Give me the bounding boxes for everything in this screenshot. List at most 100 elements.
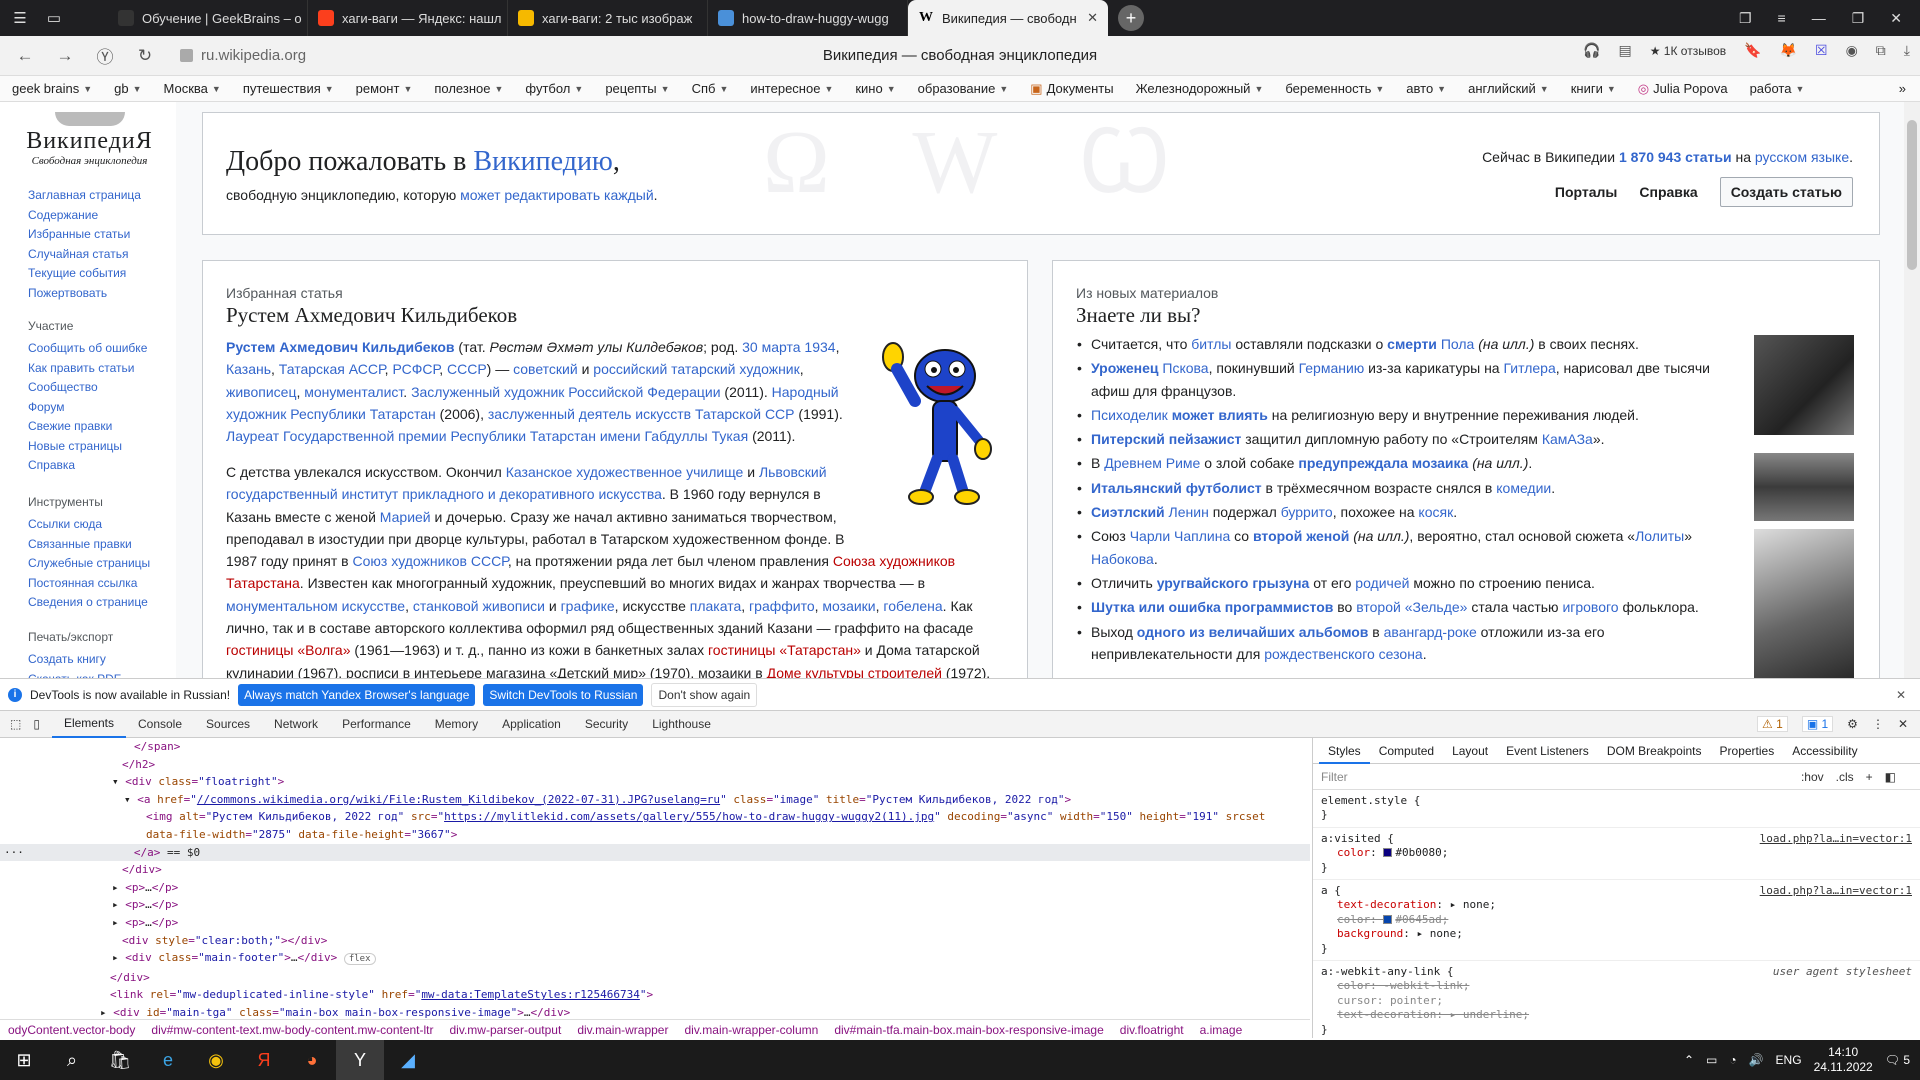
bookmark-item[interactable]: работа ▼ bbox=[1750, 81, 1805, 96]
cls-toggle[interactable]: .cls bbox=[1836, 770, 1854, 784]
inline-link[interactable]: заслуженный деятель искусств Татарской С… bbox=[488, 406, 795, 422]
inline-link[interactable]: буррито bbox=[1281, 504, 1333, 520]
edge-icon[interactable]: e bbox=[144, 1040, 192, 1080]
bookmark-item[interactable]: Спб ▼ bbox=[692, 81, 729, 96]
reader-icon[interactable]: ▤ bbox=[1618, 42, 1631, 59]
wiki-logo[interactable]: ВикипедиЯ Свободная энциклопедия bbox=[22, 112, 157, 167]
store-icon[interactable]: 🛍 bbox=[96, 1040, 144, 1080]
inline-link[interactable]: косяк bbox=[1418, 504, 1453, 520]
bookmark-item[interactable]: Железнодорожный ▼ bbox=[1136, 81, 1264, 96]
devtools-tab[interactable]: Console bbox=[126, 711, 194, 738]
bookmark-item[interactable]: авто ▼ bbox=[1406, 81, 1446, 96]
close-window-icon[interactable]: ✕ bbox=[1890, 10, 1902, 27]
inline-link[interactable]: родичей bbox=[1355, 575, 1409, 591]
breadcrumb-item[interactable]: div.main-wrapper bbox=[577, 1023, 668, 1037]
inline-link[interactable]: Древнем Риме bbox=[1104, 455, 1200, 471]
inline-link[interactable]: Пола bbox=[1441, 336, 1475, 352]
sidebar-link[interactable]: Избранные статьи bbox=[28, 225, 178, 245]
dom-node[interactable]: <link rel="mw-deduplicated-inline-style"… bbox=[0, 986, 1310, 1004]
inline-link[interactable]: граффито bbox=[749, 598, 815, 614]
browser-tab[interactable]: how-to-draw-huggy-wugg bbox=[708, 0, 908, 36]
notifications-icon[interactable]: 🗨 5 bbox=[1885, 1053, 1910, 1067]
inline-link[interactable]: Союз художников СССР bbox=[353, 553, 508, 569]
color-swatch[interactable] bbox=[1383, 848, 1393, 858]
style-rule[interactable]: a:-webkit-any-link {user agent styleshee… bbox=[1313, 961, 1920, 1038]
dom-node[interactable]: data-file-width="2875" data-file-height=… bbox=[0, 826, 1310, 844]
extension-icon[interactable]: ☒ bbox=[1815, 42, 1828, 59]
portrait-photo[interactable] bbox=[1754, 529, 1854, 678]
sidebar-link[interactable]: Сведения о странице bbox=[28, 593, 178, 613]
reload-icon[interactable]: ↻ bbox=[130, 41, 160, 71]
bookmark-item[interactable]: интересное ▼ bbox=[750, 81, 833, 96]
dom-node[interactable]: </span> bbox=[0, 738, 1310, 756]
inline-link[interactable]: Германию bbox=[1299, 360, 1365, 376]
browser-tab[interactable]: W Википедия — свободн ✕ bbox=[908, 0, 1108, 36]
add-rule-icon[interactable]: + bbox=[1866, 770, 1873, 784]
sidebar-link[interactable]: Заглавная страница bbox=[28, 186, 178, 206]
chrome-icon[interactable]: ◉ bbox=[192, 1040, 240, 1080]
mosaic-photo[interactable] bbox=[1754, 453, 1854, 521]
styles-tab[interactable]: Event Listeners bbox=[1497, 744, 1598, 758]
menu-icon[interactable]: ≡ bbox=[1778, 10, 1786, 27]
devtools-tab[interactable]: Elements bbox=[51, 711, 126, 738]
sidebar-link[interactable]: Связанные правки bbox=[28, 535, 178, 555]
create-article-button[interactable]: Создать статью bbox=[1719, 177, 1853, 207]
styles-tab[interactable]: Properties bbox=[1711, 744, 1784, 758]
yandex-menu-icon[interactable]: ☰ bbox=[6, 4, 34, 32]
elements-tree[interactable]: </span> </h2> ▾ <div class="floatright">… bbox=[0, 738, 1310, 1022]
new-tab-button[interactable]: + bbox=[1118, 5, 1144, 31]
sidebar-link[interactable]: Сообщить об ошибке bbox=[28, 339, 178, 359]
styles-tab[interactable]: Layout bbox=[1443, 744, 1497, 758]
language-link[interactable]: русском языке bbox=[1755, 149, 1849, 165]
yandex-browser-icon[interactable]: Я bbox=[240, 1040, 288, 1080]
more-bookmarks-icon[interactable]: » bbox=[1899, 81, 1906, 96]
more-icon[interactable]: ⋮ bbox=[1872, 717, 1884, 731]
inline-link[interactable]: Питерский пейзажист bbox=[1091, 431, 1241, 447]
inline-link[interactable]: Психоделик bbox=[1091, 407, 1168, 423]
featured-title[interactable]: Рустем Ахмедович Кильдибеков bbox=[226, 303, 517, 328]
inline-link[interactable]: живописец bbox=[226, 384, 296, 400]
sidebar-link[interactable]: Свежие правки bbox=[28, 417, 178, 437]
inline-link[interactable]: предупреждала мозаика bbox=[1298, 455, 1468, 471]
inline-link[interactable]: Сиэтлский bbox=[1091, 504, 1165, 520]
bookmark-item[interactable]: ▣ Документы bbox=[1030, 81, 1113, 97]
rule-source-link[interactable]: load.php?la…in=vector:1 bbox=[1760, 832, 1912, 846]
bookmark-item[interactable]: беременность ▼ bbox=[1285, 81, 1384, 96]
inline-link[interactable]: уругвайского грызуна bbox=[1157, 575, 1310, 591]
inline-link[interactable]: битлы bbox=[1191, 336, 1231, 352]
devtools-tab[interactable]: Network bbox=[262, 711, 330, 738]
settings-gear-icon[interactable]: ⚙ bbox=[1847, 717, 1858, 731]
bookmark-item[interactable]: полезное ▼ bbox=[434, 81, 503, 96]
network-icon[interactable]: ◔ bbox=[1729, 1053, 1736, 1067]
headphones-icon[interactable]: 🎧 bbox=[1583, 42, 1600, 59]
sidebar-link[interactable]: Случайная статья bbox=[28, 245, 178, 265]
battery-icon[interactable]: ▭ bbox=[1706, 1053, 1717, 1067]
styles-tab[interactable]: Computed bbox=[1370, 744, 1443, 758]
bookmark-item[interactable]: Москва ▼ bbox=[164, 81, 221, 96]
toggle-sidebar-icon[interactable]: ◧ bbox=[1885, 770, 1896, 784]
inline-link[interactable]: российский татарский художник bbox=[593, 361, 799, 377]
devtools-tab[interactable]: Memory bbox=[423, 711, 490, 738]
inline-link[interactable]: монументалист bbox=[304, 384, 403, 400]
sidebar-link[interactable]: Пожертвовать bbox=[28, 284, 178, 304]
inline-link[interactable]: графике bbox=[561, 598, 615, 614]
inspect-icon[interactable]: ⬚ bbox=[0, 717, 27, 731]
breadcrumb-item[interactable]: div.mw-parser-output bbox=[450, 1023, 562, 1037]
devtools-tab[interactable]: Security bbox=[573, 711, 640, 738]
red-link[interactable]: гостиницы «Татарстан» bbox=[708, 642, 861, 658]
dom-node[interactable]: ▾ <a href="//commons.wikimedia.org/wiki/… bbox=[0, 791, 1310, 809]
scroll-thumb[interactable] bbox=[1907, 120, 1917, 270]
device-toolbar-icon[interactable]: ▯ bbox=[27, 717, 52, 731]
inline-link[interactable]: Лолиты bbox=[1635, 528, 1684, 544]
dom-node[interactable]: </h2> bbox=[0, 756, 1310, 774]
back-icon[interactable]: ← bbox=[10, 41, 40, 71]
inline-link[interactable]: игрового bbox=[1562, 599, 1618, 615]
yandex-browser-active-icon[interactable]: Y bbox=[336, 1040, 384, 1080]
url-field[interactable]: ru.wikipedia.org bbox=[180, 47, 306, 64]
breadcrumb-item[interactable]: odyContent.vector-body bbox=[8, 1023, 135, 1037]
devtools-tab[interactable]: Performance bbox=[330, 711, 423, 738]
rule-source-link[interactable]: load.php?la…in=vector:1 bbox=[1760, 884, 1912, 898]
sidebar-link[interactable]: Создать книгу bbox=[28, 650, 178, 670]
inline-link[interactable]: авангард-роке bbox=[1384, 624, 1477, 640]
hov-toggle[interactable]: :hov bbox=[1801, 770, 1824, 784]
